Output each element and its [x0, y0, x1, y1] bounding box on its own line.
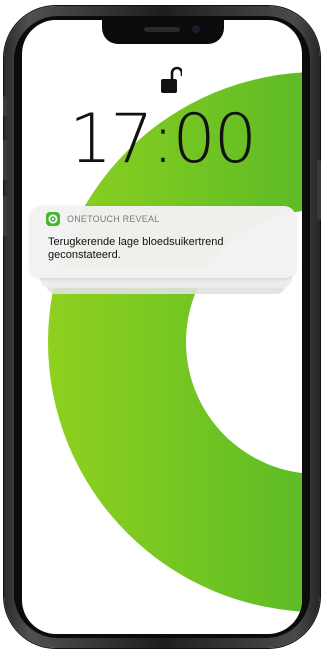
power-button [317, 160, 321, 220]
notification-message: Terugkerende lage bloedsuikertrend gecon… [48, 236, 224, 261]
lock-screen: 17:00 ONETOUCH REVEAL Terugkerende lage … [22, 20, 302, 634]
lock-screen-clock: 17:00 [69, 100, 257, 179]
notification-app-name: ONETOUCH REVEAL [67, 214, 160, 224]
onetouch-reveal-app-icon [46, 212, 60, 226]
ringer-switch [3, 96, 7, 116]
unlocked-padlock-icon [161, 66, 182, 93]
phone-mockup-stage: 17:00 ONETOUCH REVEAL Terugkerende lage … [0, 0, 322, 650]
volume-down-button [3, 196, 7, 236]
volume-up-button [3, 140, 7, 180]
camera-notch [102, 20, 224, 44]
speaker-grille [144, 27, 180, 32]
front-camera-icon [192, 25, 200, 33]
notification-card[interactable]: ONETOUCH REVEAL Terugkerende lage bloeds… [30, 206, 296, 278]
